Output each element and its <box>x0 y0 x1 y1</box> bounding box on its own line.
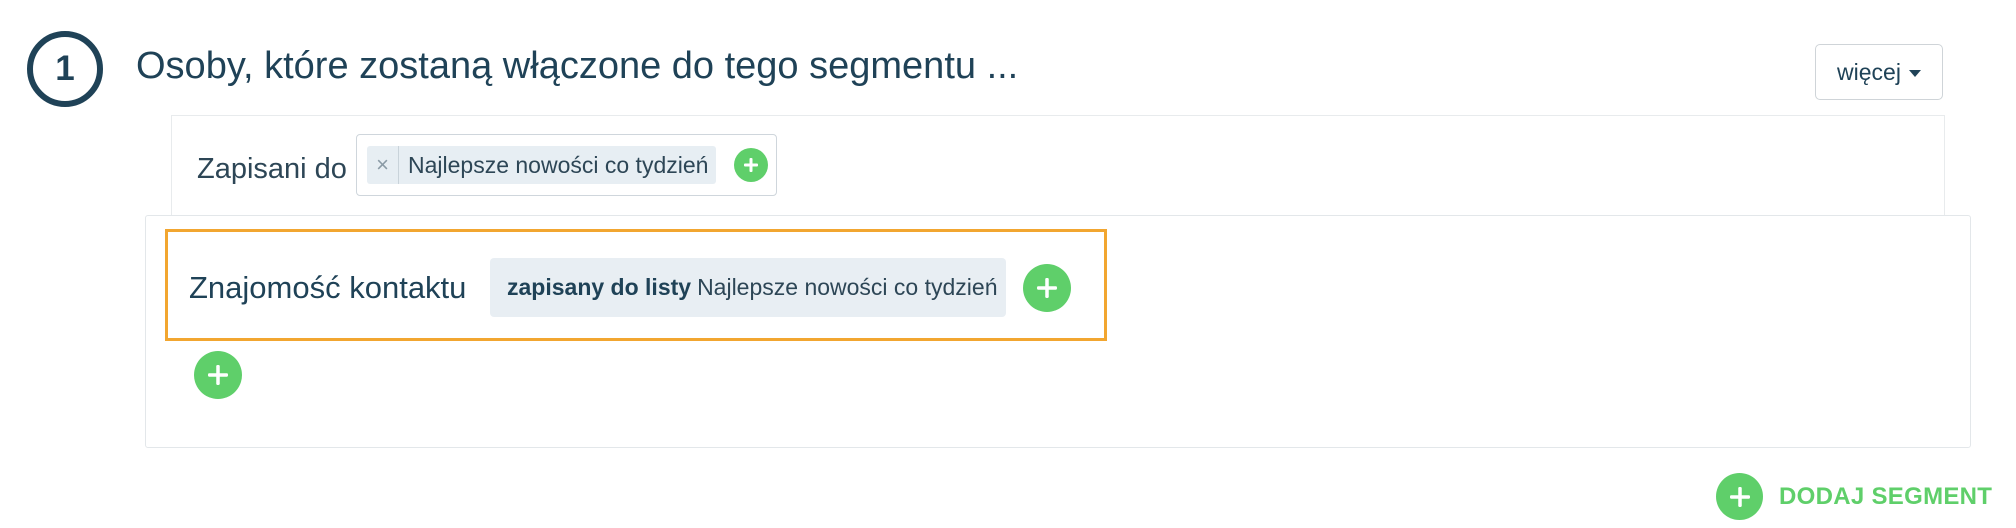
segment-number-badge: 1 <box>27 31 103 107</box>
subscribed-filter-label: Zapisani do <box>197 153 347 185</box>
acquaintance-filter-label: Znajomość kontaktu <box>189 270 467 305</box>
condition-operator: zapisany do listy <box>507 274 692 300</box>
add-segment-icon-button[interactable] <box>1716 473 1763 520</box>
list-tag-label: Najlepsze nowości co tydzień <box>408 151 709 178</box>
add-segment-button[interactable]: DODAJ SEGMENT <box>1779 483 1992 511</box>
plus-icon <box>208 365 228 385</box>
more-button-label: więcej <box>1837 58 1901 85</box>
segment-number: 1 <box>55 49 75 88</box>
condition-value: Najlepsze nowości co tydzień <box>697 274 998 300</box>
condition-chip[interactable]: zapisany do listy Najlepsze nowości co t… <box>490 258 1006 317</box>
add-condition-value-button[interactable] <box>1023 264 1071 312</box>
more-dropdown-button[interactable]: więcej <box>1815 44 1943 100</box>
list-tag: × Najlepsze nowości co tydzień <box>367 146 716 184</box>
plus-icon <box>744 158 758 172</box>
segment-title: Osoby, które zostaną włączone do tego se… <box>136 45 1019 87</box>
plus-icon <box>1037 278 1057 298</box>
add-condition-button[interactable] <box>194 351 242 399</box>
add-list-button[interactable] <box>734 148 768 182</box>
subscribed-list-selector[interactable]: × Najlepsze nowości co tydzień <box>356 134 777 196</box>
caret-down-icon <box>1908 69 1921 77</box>
remove-tag-icon[interactable]: × <box>367 146 399 184</box>
plus-icon <box>1729 486 1750 507</box>
